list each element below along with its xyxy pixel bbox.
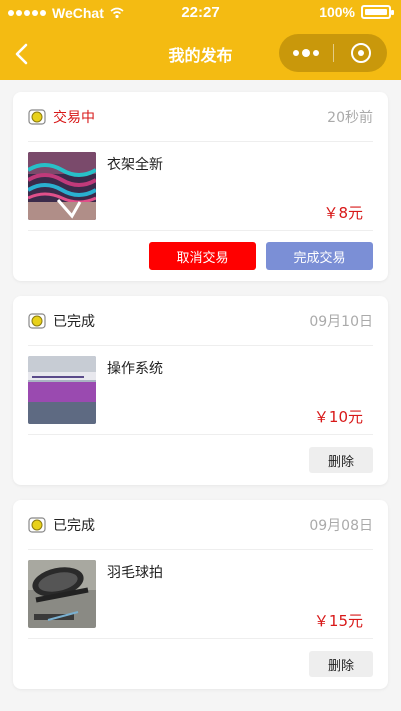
- post-card-body[interactable]: 衣架全新 ￥8元: [28, 142, 373, 231]
- delete-post-button[interactable]: 删除: [309, 651, 373, 677]
- status-right: 100%: [319, 4, 394, 20]
- item-title: 羽毛球拍: [107, 565, 163, 581]
- item-title: 操作系统: [107, 361, 163, 377]
- cancel-trade-button[interactable]: 取消交易: [149, 242, 256, 270]
- post-card-actions: 删除: [28, 639, 373, 689]
- post-card-header: 已完成 09月10日: [28, 296, 373, 346]
- battery-percent: 100%: [319, 4, 355, 20]
- post-card-body[interactable]: 羽毛球拍 ￥15元: [28, 550, 373, 639]
- hangers-photo[interactable]: [28, 152, 96, 220]
- status-bar: WeChat 22:27 100%: [0, 0, 401, 28]
- post-time: 09月08日: [309, 517, 373, 534]
- target-icon: [350, 43, 371, 63]
- miniprogram-capsule: [279, 34, 387, 72]
- post-time: 09月10日: [309, 313, 373, 330]
- close-miniprogram-button[interactable]: [334, 34, 387, 72]
- racket-photo[interactable]: [28, 560, 96, 628]
- item-price: ￥8元: [323, 204, 363, 222]
- post-card-actions: 取消交易 完成交易: [28, 231, 373, 281]
- post-list: 交易中 20秒前 衣架全新 ￥8元 取消交易 完成交易 已完成 09月10日 操…: [0, 80, 401, 711]
- trade-status-icon: [28, 312, 46, 329]
- book-photo[interactable]: [28, 356, 96, 424]
- post-card-header: 已完成 09月08日: [28, 500, 373, 550]
- nav-bar: 我的发布: [0, 28, 401, 80]
- post-time: 20秒前: [327, 109, 373, 126]
- item-title: 衣架全新: [107, 157, 163, 173]
- trade-status-icon: [28, 108, 46, 125]
- more-menu-button[interactable]: [279, 34, 333, 72]
- post-card: 已完成 09月10日 操作系统 ￥10元 删除: [13, 296, 388, 485]
- post-card-actions: 删除: [28, 435, 373, 485]
- dot-icon: [302, 49, 310, 57]
- post-card: 已完成 09月08日 羽毛球拍 ￥15元 删除: [13, 500, 388, 689]
- complete-trade-button[interactable]: 完成交易: [266, 242, 373, 270]
- item-price: ￥10元: [313, 408, 363, 426]
- trade-status-icon: [28, 516, 46, 533]
- dot-icon: [293, 50, 299, 56]
- header: WeChat 22:27 100% 我的发布: [0, 0, 401, 80]
- item-price: ￥15元: [313, 612, 363, 630]
- post-status: 已完成: [53, 517, 95, 534]
- post-status: 已完成: [53, 313, 95, 330]
- delete-post-button[interactable]: 删除: [309, 447, 373, 473]
- post-card-body[interactable]: 操作系统 ￥10元: [28, 346, 373, 435]
- post-card: 交易中 20秒前 衣架全新 ￥8元 取消交易 完成交易: [13, 92, 388, 281]
- battery-icon: [361, 5, 394, 19]
- post-card-header: 交易中 20秒前: [28, 92, 373, 142]
- post-status: 交易中: [53, 109, 95, 126]
- dot-icon: [313, 50, 319, 56]
